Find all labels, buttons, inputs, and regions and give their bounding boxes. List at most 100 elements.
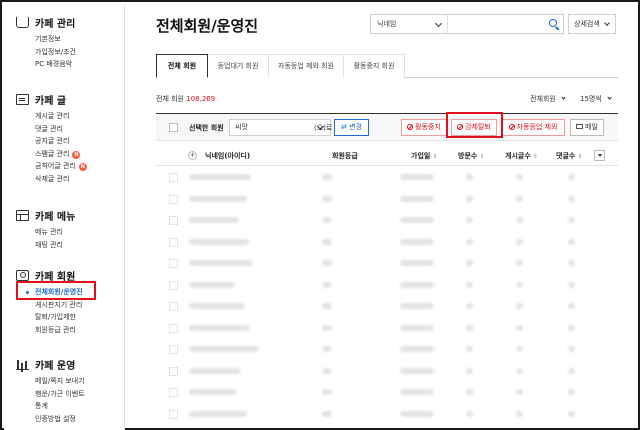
redacted-cell [400, 174, 434, 180]
redacted-cell [568, 174, 575, 180]
redacted-cell [322, 303, 332, 309]
redacted-cell [466, 174, 473, 180]
redacted-cell [568, 195, 575, 202]
search-input[interactable] [447, 15, 548, 33]
table-row[interactable] [156, 296, 618, 318]
row-checkbox[interactable] [169, 259, 178, 268]
sidebar-item-notices[interactable]: 공지글 관리 [35, 135, 87, 148]
sidebar-item-comments[interactable]: 댓글 관리 [35, 123, 87, 136]
search-icon[interactable] [548, 18, 558, 30]
sort-icon: ⇕ [532, 153, 538, 160]
row-checkbox[interactable] [169, 216, 178, 225]
redacted-cell [568, 281, 575, 288]
table-row[interactable] [156, 404, 618, 426]
redacted-cell [568, 303, 575, 309]
member-table-header: + 닉네임(아이디) 회원등급 가입일 ⇕ 방문수 ⇕ 게시글수 ⇕ 댓글수 ⇕ [156, 146, 618, 166]
change-grade-button[interactable]: ⇄ 변경 [334, 119, 369, 136]
table-row[interactable] [156, 361, 618, 383]
suspend-button[interactable]: 활동중지 [401, 119, 447, 136]
sidebar-item-posts[interactable]: 게시글 관리 [35, 110, 87, 123]
tab-suspended-members[interactable]: 활동중지 회원 [343, 54, 405, 78]
sidebar-item-deleted[interactable]: 삭제글 관리 [35, 173, 87, 186]
redacted-cell [189, 174, 251, 180]
redacted-cell [400, 217, 434, 223]
row-checkbox[interactable] [169, 237, 178, 247]
sidebar-item-menu-manage[interactable]: 메뉴 관리 [35, 226, 75, 239]
sidebar-item-join-info[interactable]: 가입정보/조건 [35, 46, 76, 59]
row-checkbox[interactable] [169, 173, 178, 182]
row-checkbox[interactable] [169, 345, 178, 354]
sidebar-item-label: 스팸글 관리 [35, 149, 70, 158]
tab-auto-exclude-members[interactable]: 자동등업 제외 회원 [268, 54, 344, 78]
row-checkbox[interactable] [169, 388, 178, 397]
redacted-cell [466, 238, 473, 245]
redacted-cell [466, 260, 473, 266]
tab-pending-members[interactable]: 등업대기 회원 [207, 54, 269, 78]
row-checkbox[interactable] [169, 302, 178, 311]
table-row[interactable] [156, 167, 618, 189]
search-type-select[interactable]: 닉네임 [371, 15, 448, 33]
row-checkbox[interactable] [169, 280, 178, 290]
table-row[interactable] [156, 382, 618, 404]
col-nickname[interactable]: 닉네임(아이디) [205, 151, 250, 161]
sidebar-item-chat-manage[interactable]: 채팅 관리 [35, 239, 75, 252]
action-bar: 선택한 회원 씨앗 (으)로 ⇄ 변경 활동중지 강제탈퇴 자동등업 제외 메일 [156, 113, 618, 141]
row-checkbox[interactable] [169, 323, 178, 333]
col-join-date[interactable]: 가입일 ⇕ [411, 151, 437, 161]
sort-icon: ⇕ [432, 153, 438, 160]
redacted-cell [322, 367, 332, 374]
redacted-cell [568, 389, 575, 395]
table-row[interactable] [156, 275, 618, 297]
row-checkbox[interactable] [169, 409, 178, 419]
sidebar-item-banned-words[interactable]: 금칙어글 관리 N [35, 160, 87, 173]
table-row[interactable] [156, 339, 618, 361]
redacted-cell [400, 281, 434, 288]
redacted-cell [516, 324, 523, 331]
sidebar-item-grade-manage[interactable]: 회원등급 관리 [35, 324, 83, 337]
member-filter-select[interactable]: 전체회원 [530, 94, 566, 104]
redacted-cell [400, 238, 434, 245]
redacted-cell [568, 238, 575, 245]
select-all-checkbox[interactable] [169, 123, 178, 132]
total-members: 전체 회원 108,269 [156, 94, 215, 104]
sidebar-item-board-keepers[interactable]: 게시판지기 관리 [35, 299, 83, 312]
sidebar-item-withdraw-restrict[interactable]: 탈퇴/가입제한 [35, 311, 83, 324]
detail-search-button[interactable]: 상세검색 [568, 14, 616, 34]
highlight-box-sidebar [16, 281, 96, 300]
col-grade[interactable]: 회원등급 [332, 151, 358, 161]
row-checkbox[interactable] [169, 366, 178, 376]
sidebar-item-spam[interactable]: 스팸글 관리 N [35, 148, 87, 161]
redacted-cell [516, 410, 523, 417]
redacted-cell [322, 217, 332, 223]
sidebar-item-auth-settings[interactable]: 인증방법 설정 [35, 413, 85, 426]
layout-icon [16, 209, 29, 221]
page-size-select[interactable]: 15명씩 [580, 94, 612, 104]
sidebar-item-basic-info[interactable]: 기본정보 [35, 33, 76, 46]
table-row[interactable] [156, 189, 618, 211]
sidebar-item-send-mail[interactable]: 메일/쪽지 보내기 [35, 375, 85, 388]
redacted-cell [189, 367, 241, 374]
col-visits[interactable]: 방문수 ⇕ [458, 151, 484, 161]
table-row[interactable] [156, 318, 618, 340]
redacted-cell [189, 217, 239, 223]
sidebar-item-bgm[interactable]: PC 배경음악 [35, 58, 76, 71]
table-row[interactable] [156, 253, 618, 275]
col-comments[interactable]: 댓글수 ⇕ [556, 151, 582, 161]
exclude-auto-levelup-button[interactable]: 자동등업 제외 [501, 119, 565, 136]
plus-icon[interactable]: + [188, 151, 197, 160]
sidebar-item-events[interactable]: 행운/가근 이벤트 [35, 388, 85, 401]
col-visits-label: 방문수 [458, 152, 478, 160]
column-options-icon[interactable] [594, 150, 605, 161]
redacted-cell [466, 324, 473, 331]
table-row[interactable] [156, 232, 618, 254]
exclude-auto-label: 자동등업 제외 [516, 123, 558, 131]
sidebar-item-stats[interactable]: 통계 [35, 400, 85, 413]
row-checkbox[interactable] [169, 194, 178, 204]
redacted-cell [568, 217, 575, 223]
col-posts[interactable]: 게시글수 ⇕ [505, 151, 538, 161]
mail-button[interactable]: 메일 [570, 119, 604, 136]
sidebar-section-cafe-operation: 카페 운영 메일/쪽지 보내기 행운/가근 이벤트 통계 인증방법 설정 [16, 356, 85, 425]
tab-all-members[interactable]: 전체 회원 [156, 54, 208, 78]
table-row[interactable] [156, 210, 618, 232]
redacted-cell [400, 324, 434, 331]
